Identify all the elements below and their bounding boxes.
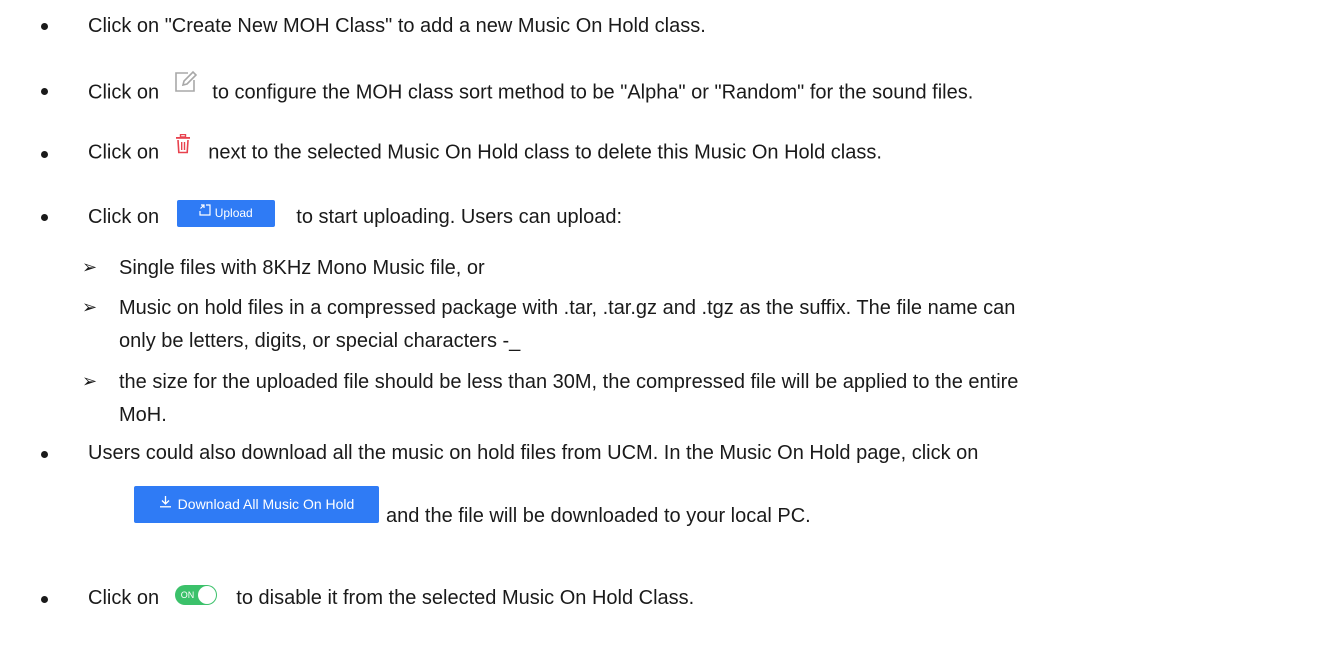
- bullet-edit-sort: Click on to configure the MOH class sort…: [88, 70, 974, 108]
- bullet-text: Click on "Create New MOH Class" to add a…: [88, 15, 706, 37]
- bullet-text: to disable it from the selected Music On…: [236, 587, 695, 609]
- bullet-dot: [41, 151, 48, 158]
- upload-button-label: Upload: [214, 206, 253, 220]
- sub-item-compressed-cont: only be letters, digits, or special char…: [119, 329, 520, 353]
- arrow-bullet: ➢: [82, 371, 98, 392]
- bullet-text: Click on: [88, 81, 160, 104]
- bullet-delete-class: Click on next to the selected Music On H…: [88, 133, 882, 166]
- bullet-download-info-cont: and the file will be downloaded to your …: [386, 504, 811, 528]
- upload-icon: [199, 199, 211, 226]
- bullet-dot: [41, 451, 48, 458]
- sub-item-single-file: Single files with 8KHz Mono Music file, …: [119, 256, 485, 280]
- sub-item-size: the size for the uploaded file should be…: [119, 370, 1018, 394]
- bullet-dot: [41, 596, 48, 603]
- sub-item-text: Single files with 8KHz Mono Music file, …: [119, 257, 485, 279]
- bullet-text: to start uploading. Users can upload:: [296, 205, 623, 228]
- bullet-text: Click on: [88, 587, 160, 609]
- toggle-knob: [197, 585, 216, 604]
- bullet-dot: [41, 88, 48, 95]
- upload-button[interactable]: Upload: [176, 199, 275, 227]
- download-all-moh-button[interactable]: Download All Music On Hold: [134, 486, 379, 523]
- sub-item-text: only be letters, digits, or special char…: [119, 330, 521, 352]
- bullet-text: Users could also download all the music …: [88, 442, 979, 464]
- download-icon: [159, 485, 172, 522]
- sub-item-text: Music on hold files in a compressed pack…: [119, 297, 1016, 319]
- bullet-text: Click on: [88, 205, 160, 228]
- bullet-disable-toggle: Click on ON to disable it from the selec…: [88, 584, 695, 610]
- document: Click on "Create New MOH Class" to add a…: [0, 0, 1336, 647]
- bullet-text: and the file will be downloaded to your …: [386, 505, 811, 527]
- bullet-text: to configure the MOH class sort method t…: [212, 81, 974, 104]
- sub-item-text: the size for the uploaded file should be…: [119, 371, 1019, 393]
- arrow-bullet: ➢: [82, 257, 98, 278]
- arrow-bullet: ➢: [82, 297, 98, 318]
- delete-icon[interactable]: [175, 133, 191, 160]
- toggle-switch[interactable]: ON: [174, 584, 217, 605]
- bullet-create-moh: Click on "Create New MOH Class" to add a…: [88, 14, 706, 38]
- sub-item-text: MoH.: [119, 404, 167, 426]
- bullet-dot: [41, 214, 48, 221]
- sub-item-compressed: Music on hold files in a compressed pack…: [119, 296, 1015, 320]
- bullet-download-info: Users could also download all the music …: [88, 441, 978, 465]
- bullet-text: Click on: [88, 141, 160, 164]
- bullet-upload: Click on Upload to start uploading. User…: [88, 200, 623, 231]
- sub-item-size-cont: MoH.: [119, 403, 167, 427]
- bullet-dot: [41, 23, 48, 30]
- toggle-on-label: ON: [180, 589, 195, 600]
- download-button-label: Download All Music On Hold: [177, 496, 355, 512]
- edit-icon[interactable]: [173, 70, 197, 100]
- bullet-text: next to the selected Music On Hold class…: [208, 141, 882, 164]
